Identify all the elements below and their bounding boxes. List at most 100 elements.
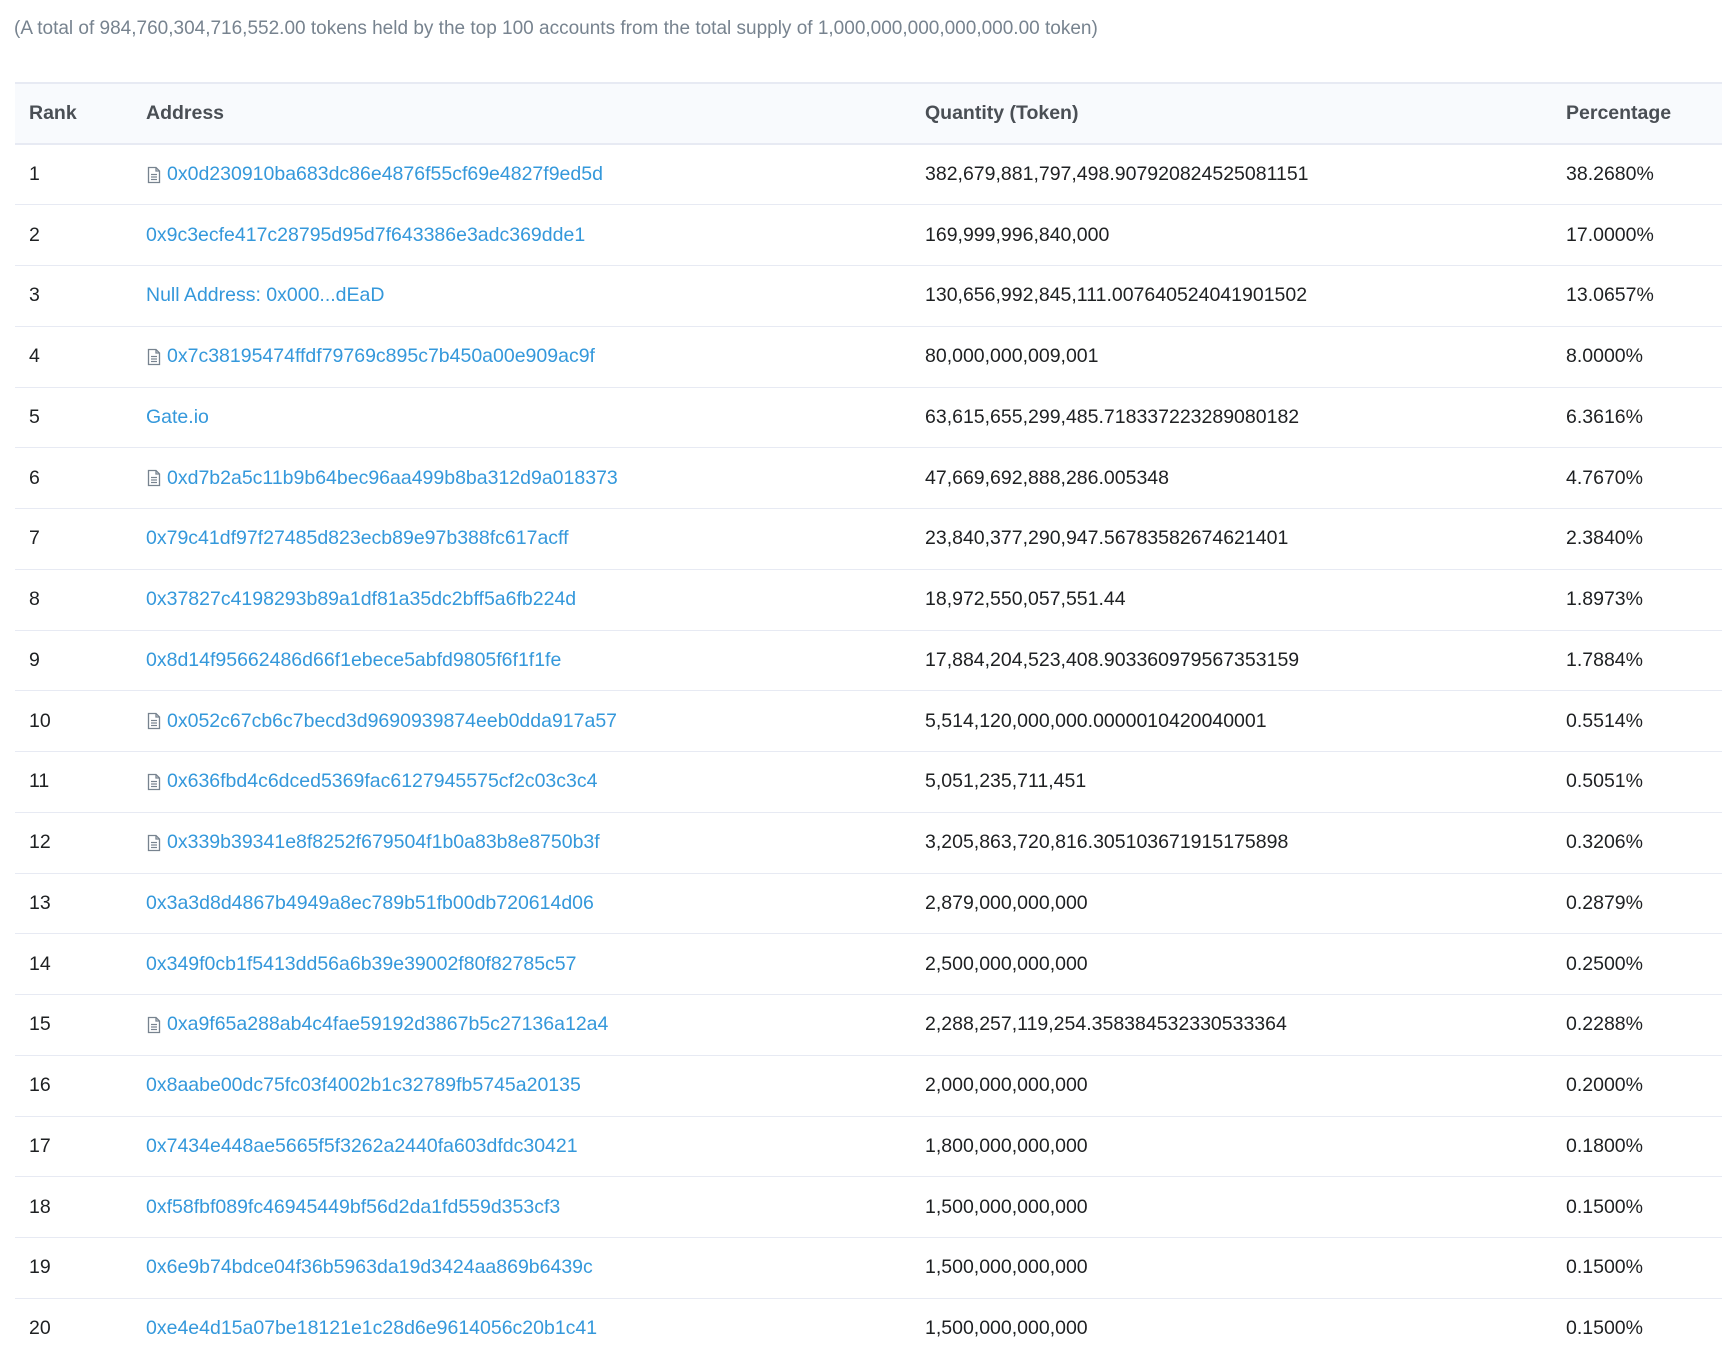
rank-cell: 18: [15, 1176, 132, 1238]
address-wrapper: 0x349f0cb1f5413dd56a6b39e39002f80f82785c…: [146, 953, 911, 976]
address-cell: 0xe4e4d15a07be18121e1c28d6e9614056c20b1c…: [132, 1298, 911, 1359]
rank-cell: 16: [15, 1055, 132, 1117]
holder-address-link[interactable]: 0x0d230910ba683dc86e4876f55cf69e4827f9ed…: [167, 163, 603, 186]
table-row: 9 0x8d14f95662486d66f1ebece5abfd9805f6f1f…: [15, 630, 1722, 692]
holder-address-link[interactable]: 0x636fbd4c6dced5369fac6127945575cf2c03c3…: [167, 770, 597, 793]
quantity-cell: 2,288,257,119,254.358384532330533364: [911, 994, 1552, 1056]
rank-cell: 4: [15, 326, 132, 388]
header-address: Address: [132, 82, 911, 145]
percentage-cell: 1.8973%: [1552, 569, 1722, 631]
address-cell: 0xd7b2a5c11b9b64bec96aa499b8ba312d9a0183…: [132, 447, 911, 509]
address-wrapper: 0xe4e4d15a07be18121e1c28d6e9614056c20b1c…: [146, 1317, 911, 1340]
address-wrapper: 0x9c3ecfe417c28795d95d7f643386e3adc369dd…: [146, 224, 911, 247]
address-wrapper: 0x79c41df97f27485d823ecb89e97b388fc617ac…: [146, 527, 911, 550]
address-cell: 0x8d14f95662486d66f1ebece5abfd9805f6f1f1…: [132, 630, 911, 692]
percentage-cell: 13.0657%: [1552, 265, 1722, 327]
table-row: 1 0x0d230910ba683dc86e4876f55cf69e4827f9e…: [15, 144, 1722, 206]
holder-address-link[interactable]: 0x349f0cb1f5413dd56a6b39e39002f80f82785c…: [146, 953, 577, 976]
address-wrapper: 0xa9f65a288ab4c4fae59192d3867b5c27136a12…: [146, 1013, 911, 1036]
rank-cell: 8: [15, 569, 132, 631]
quantity-cell: 5,051,235,711,451: [911, 751, 1552, 813]
holder-address-link[interactable]: 0x8aabe00dc75fc03f4002b1c32789fb5745a201…: [146, 1074, 581, 1097]
table-row: 12 0x339b39341e8f8252f679504f1b0a83b8e875…: [15, 812, 1722, 874]
rank-cell: 11: [15, 751, 132, 813]
holder-address-link[interactable]: 0x3a3d8d4867b4949a8ec789b51fb00db720614d…: [146, 892, 594, 915]
percentage-cell: 0.5051%: [1552, 751, 1722, 813]
holder-address-link[interactable]: 0xf58fbf089fc46945449bf56d2da1fd559d353c…: [146, 1196, 560, 1219]
percentage-cell: 0.2879%: [1552, 873, 1722, 935]
holder-address-link[interactable]: 0x339b39341e8f8252f679504f1b0a83b8e8750b…: [167, 831, 600, 854]
table-row: 16 0x8aabe00dc75fc03f4002b1c32789fb5745a2…: [15, 1055, 1722, 1117]
address-wrapper: Null Address: 0x000...dEaD: [146, 284, 911, 307]
holder-address-link[interactable]: Gate.io: [146, 406, 209, 429]
address-cell: 0x8aabe00dc75fc03f4002b1c32789fb5745a201…: [132, 1055, 911, 1117]
address-cell: 0x79c41df97f27485d823ecb89e97b388fc617ac…: [132, 508, 911, 570]
holder-address-link[interactable]: 0x6e9b74bdce04f36b5963da19d3424aa869b643…: [146, 1256, 593, 1279]
rank-cell: 19: [15, 1237, 132, 1299]
percentage-cell: 0.1500%: [1552, 1237, 1722, 1299]
holder-address-link[interactable]: Null Address: 0x000...dEaD: [146, 284, 384, 307]
holder-address-link[interactable]: 0x9c3ecfe417c28795d95d7f643386e3adc369dd…: [146, 224, 585, 247]
holder-address-link[interactable]: 0x37827c4198293b89a1df81a35dc2bff5a6fb22…: [146, 588, 576, 611]
address-cell: 0xa9f65a288ab4c4fae59192d3867b5c27136a12…: [132, 994, 911, 1056]
rank-cell: 7: [15, 508, 132, 570]
table-row: 14 0x349f0cb1f5413dd56a6b39e39002f80f8278…: [15, 933, 1722, 995]
quantity-cell: 382,679,881,797,498.907920824525081151: [911, 144, 1552, 206]
address-cell: 0x052c67cb6c7becd3d9690939874eeb0dda917a…: [132, 690, 911, 752]
holder-address-link[interactable]: 0x8d14f95662486d66f1ebece5abfd9805f6f1f1…: [146, 649, 561, 672]
holder-address-link[interactable]: 0xd7b2a5c11b9b64bec96aa499b8ba312d9a0183…: [167, 467, 618, 490]
header-quantity: Quantity (Token): [911, 82, 1552, 145]
table-row: 18 0xf58fbf089fc46945449bf56d2da1fd559d35…: [15, 1176, 1722, 1238]
holder-address-link[interactable]: 0x79c41df97f27485d823ecb89e97b388fc617ac…: [146, 527, 569, 550]
address-wrapper: 0xd7b2a5c11b9b64bec96aa499b8ba312d9a0183…: [146, 467, 911, 490]
address-cell: Null Address: 0x000...dEaD: [132, 265, 911, 327]
quantity-cell: 1,500,000,000,000: [925, 1317, 1088, 1340]
percentage-cell: 0.3206%: [1552, 812, 1722, 874]
contract-document-icon: [146, 166, 162, 184]
table-row: 5 Gate.io 63,615,655,299,485.7183372232890…: [15, 387, 1722, 449]
rank-cell: 6: [15, 447, 132, 509]
quantity-cell: 5,514,120,000,000.0000010420040001: [911, 690, 1552, 752]
holder-address-link[interactable]: 0xe4e4d15a07be18121e1c28d6e9614056c20b1c…: [146, 1317, 597, 1340]
holder-address-link[interactable]: 0x7c38195474ffdf79769c895c7b450a00e909ac…: [167, 345, 595, 368]
address-cell: 0x6e9b74bdce04f36b5963da19d3424aa869b643…: [132, 1237, 911, 1299]
percentage-cell: 0.1800%: [1552, 1116, 1722, 1178]
table-row: 2 0x9c3ecfe417c28795d95d7f643386e3adc369d…: [15, 204, 1722, 266]
table-row: 17 0x7434e448ae5665f5f3262a2440fa603dfdc3…: [15, 1116, 1722, 1178]
quantity-cell: 17,884,204,523,408.903360979567353159: [911, 630, 1552, 692]
address-wrapper: 0x7c38195474ffdf79769c895c7b450a00e909ac…: [146, 345, 911, 368]
address-wrapper: Gate.io: [146, 406, 911, 429]
address-wrapper: 0x3a3d8d4867b4949a8ec789b51fb00db720614d…: [146, 892, 911, 915]
address-cell: 0x3a3d8d4867b4949a8ec789b51fb00db720614d…: [132, 873, 911, 935]
contract-document-icon: [146, 348, 162, 366]
address-cell: 0xf58fbf089fc46945449bf56d2da1fd559d353c…: [132, 1176, 911, 1238]
address-wrapper: 0x339b39341e8f8252f679504f1b0a83b8e8750b…: [146, 831, 911, 854]
rank-cell: 5: [15, 387, 132, 449]
header-percentage: Percentage: [1552, 82, 1722, 145]
table-row: 6 0xd7b2a5c11b9b64bec96aa499b8ba312d9a018…: [15, 447, 1722, 509]
rank-cell: 13: [15, 873, 132, 935]
contract-document-icon: [146, 469, 162, 487]
address-cell: 0x37827c4198293b89a1df81a35dc2bff5a6fb22…: [132, 569, 911, 631]
quantity-cell: 47,669,692,888,286.005348: [911, 447, 1552, 509]
header-rank: Rank: [15, 82, 132, 145]
percentage-cell: 0.2000%: [1552, 1055, 1722, 1117]
rank-cell: 14: [15, 933, 132, 995]
rank-cell: 10: [15, 690, 132, 752]
address-wrapper: 0x6e9b74bdce04f36b5963da19d3424aa869b643…: [146, 1256, 911, 1279]
quantity-cell: 169,999,996,840,000: [911, 204, 1552, 266]
rank-cell: 12: [15, 812, 132, 874]
percentage-cell: 0.2288%: [1552, 994, 1722, 1056]
holder-address-link[interactable]: 0x7434e448ae5665f5f3262a2440fa603dfdc304…: [146, 1135, 578, 1158]
table-header-row: Rank Address Quantity (Token) Percentage: [15, 82, 1722, 145]
percentage-cell: 6.3616%: [1552, 387, 1722, 449]
address-wrapper: 0xf58fbf089fc46945449bf56d2da1fd559d353c…: [146, 1196, 911, 1219]
holder-address-link[interactable]: 0x052c67cb6c7becd3d9690939874eeb0dda917a…: [167, 710, 617, 733]
percentage-cell: 1.7884%: [1552, 630, 1722, 692]
table-row: 7 0x79c41df97f27485d823ecb89e97b388fc617a…: [15, 508, 1722, 570]
percentage-cell: 8.0000%: [1552, 326, 1722, 388]
percentage-cell: 0.2500%: [1552, 933, 1722, 995]
quantity-cell: 23,840,377,290,947.56783582674621401: [911, 508, 1552, 570]
table-body: 1 0x0d230910ba683dc86e4876f55cf69e4827f9e…: [15, 144, 1722, 1359]
holder-address-link[interactable]: 0xa9f65a288ab4c4fae59192d3867b5c27136a12…: [167, 1013, 608, 1036]
